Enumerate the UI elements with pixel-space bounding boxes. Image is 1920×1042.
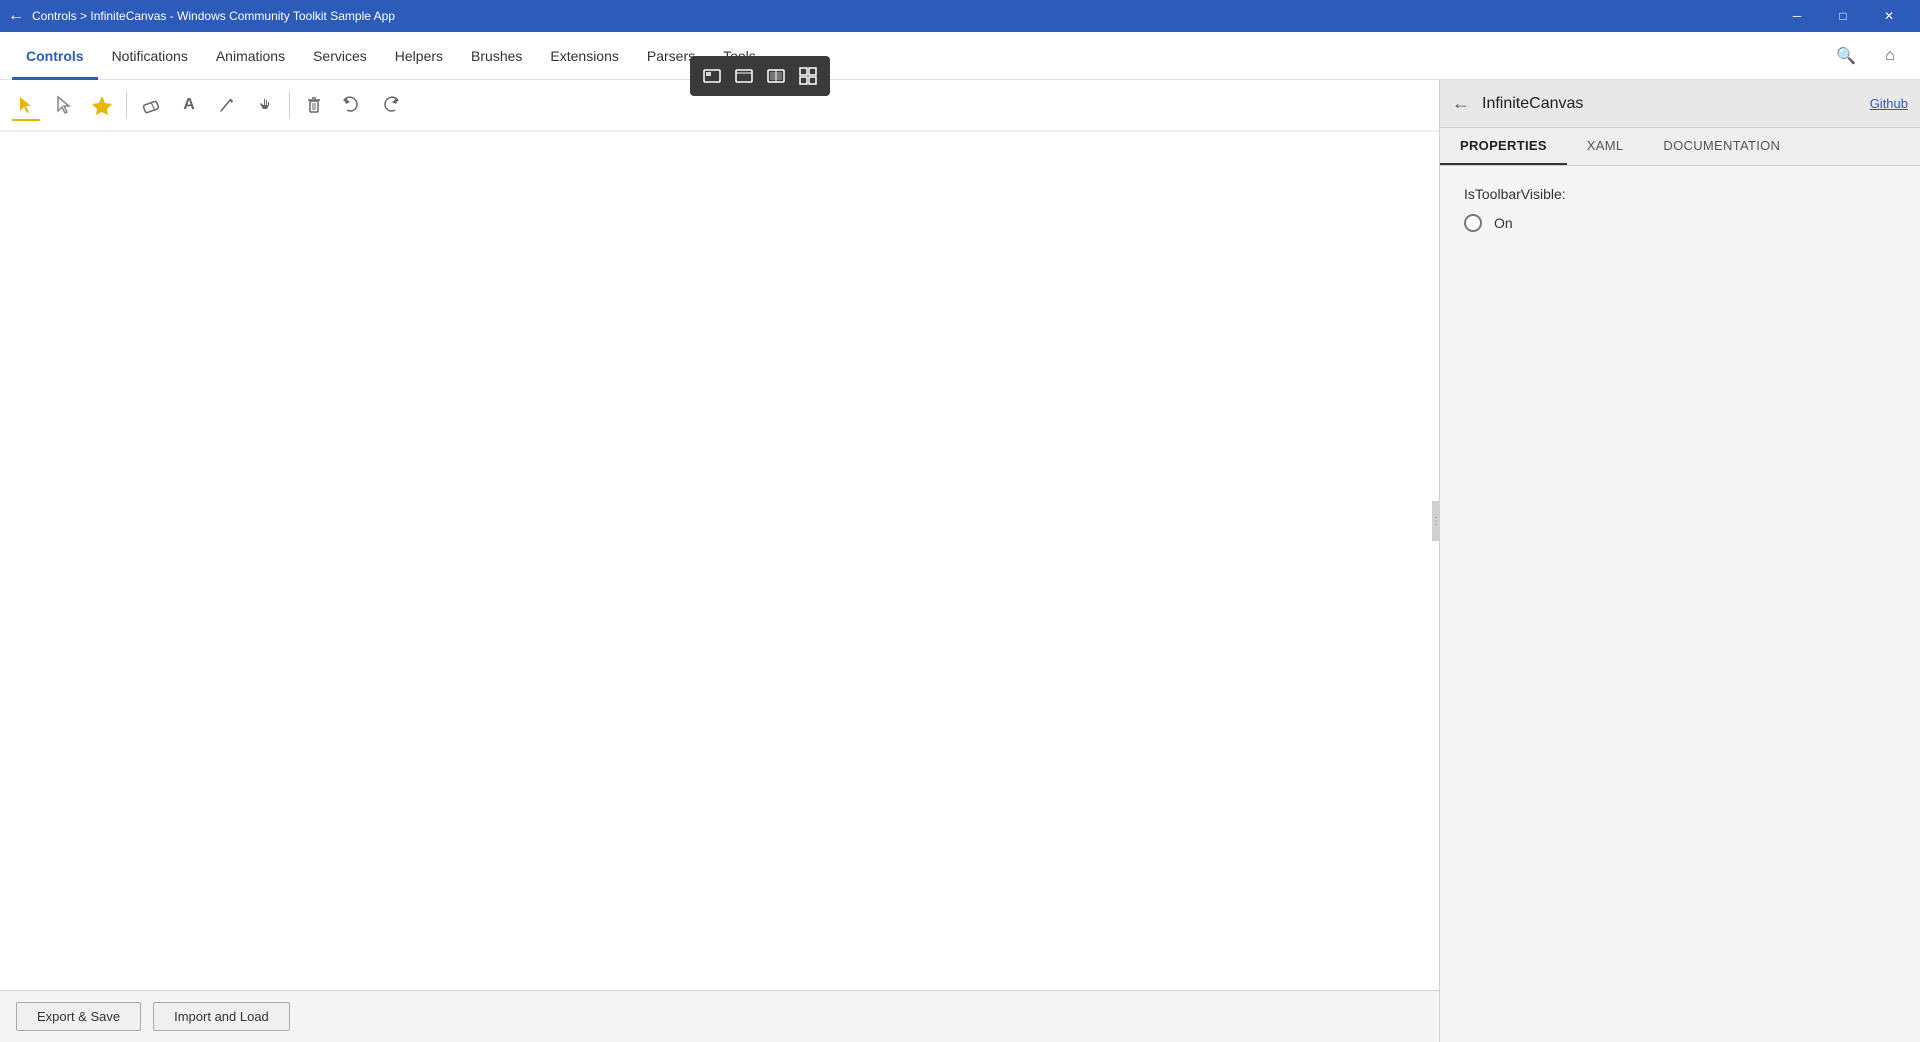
tool-pen-btn[interactable] (209, 87, 245, 123)
tool-touch-btn[interactable] (247, 87, 283, 123)
delete-icon (304, 95, 324, 115)
titlebar: ← Controls > InfiniteCanvas - Windows Co… (0, 0, 1920, 32)
panel-title: InfiniteCanvas (1482, 95, 1870, 113)
tool-highlight-btn[interactable] (84, 87, 120, 123)
import-load-button[interactable]: Import and Load (153, 1002, 290, 1031)
text-tool-label: A (183, 96, 195, 114)
home-btn[interactable]: ⌂ (1872, 38, 1908, 74)
panel-header: ← InfiniteCanvas Github (1440, 80, 1920, 128)
search-icon: 🔍 (1836, 46, 1856, 66)
menu-right-actions: 🔍 ⌂ (1828, 38, 1908, 74)
minimize-btn[interactable]: ─ (1774, 0, 1820, 32)
action-delete-btn[interactable] (296, 87, 332, 123)
titlebar-back-btn[interactable]: ← (8, 7, 24, 25)
menu-item-services[interactable]: Services (299, 32, 381, 80)
ft-display-btn4[interactable] (794, 62, 822, 90)
menu-item-animations[interactable]: Animations (202, 32, 299, 80)
ft-icon2 (735, 67, 753, 85)
toggle-radio-on[interactable] (1464, 214, 1482, 232)
toggle-on-label: On (1494, 215, 1513, 231)
eraser-icon (141, 95, 161, 115)
tool-select-btn[interactable] (8, 87, 44, 123)
canvas-area: A (0, 80, 1440, 1042)
window-controls: ─ □ ✕ (1774, 0, 1912, 32)
action-redo-btn[interactable] (372, 87, 408, 123)
main-layout: A (0, 80, 1920, 1042)
redo-icon (380, 95, 400, 115)
toolbar-sep1 (126, 91, 127, 119)
menu-item-notifications[interactable]: Notifications (98, 32, 202, 80)
floating-toolbar (690, 56, 830, 96)
undo-icon (342, 95, 362, 115)
collapse-icon: ⋮ (1431, 516, 1441, 527)
tool-text-btn[interactable]: A (171, 87, 207, 123)
panel-collapse-handle[interactable]: ⋮ (1432, 501, 1440, 541)
action-undo-btn[interactable] (334, 87, 370, 123)
tab-documentation[interactable]: DOCUMENTATION (1643, 128, 1800, 165)
tab-xaml[interactable]: XAML (1567, 128, 1644, 165)
tool-node-select-btn[interactable] (46, 87, 82, 123)
search-btn[interactable]: 🔍 (1828, 38, 1864, 74)
menu-item-brushes[interactable]: Brushes (457, 32, 536, 80)
highlight-icon (92, 95, 112, 115)
ft-display-btn1[interactable] (698, 62, 726, 90)
toolbar-visible-label: IsToolbarVisible: (1464, 186, 1896, 202)
export-save-button[interactable]: Export & Save (16, 1002, 141, 1031)
right-panel: ← InfiniteCanvas Github PROPERTIES XAML … (1440, 80, 1920, 1042)
menu-item-helpers[interactable]: Helpers (381, 32, 457, 80)
panel-tabs: PROPERTIES XAML DOCUMENTATION (1440, 128, 1920, 166)
touch-icon (255, 95, 275, 115)
panel-back-btn[interactable]: ← (1452, 93, 1470, 114)
ft-icon1 (703, 67, 721, 85)
node-select-icon (54, 95, 74, 115)
pen-icon (217, 95, 237, 115)
canvas-content[interactable] (0, 132, 1439, 990)
github-link[interactable]: Github (1870, 96, 1908, 111)
ft-icon4 (799, 67, 817, 85)
tab-properties[interactable]: PROPERTIES (1440, 128, 1567, 165)
bottom-bar: Export & Save Import and Load (0, 990, 1439, 1042)
ft-display-btn2[interactable] (730, 62, 758, 90)
ft-icon3 (767, 67, 785, 85)
titlebar-title: Controls > InfiniteCanvas - Windows Comm… (32, 9, 1774, 23)
close-btn[interactable]: ✕ (1866, 0, 1912, 32)
tool-eraser-btn[interactable] (133, 87, 169, 123)
menu-item-extensions[interactable]: Extensions (536, 32, 632, 80)
toolbar-sep2 (289, 91, 290, 119)
menu-item-controls[interactable]: Controls (12, 32, 98, 80)
select-icon (16, 95, 36, 115)
ft-display-btn3[interactable] (762, 62, 790, 90)
panel-content: IsToolbarVisible: On (1440, 166, 1920, 1042)
menubar: Controls Notifications Animations Servic… (0, 32, 1920, 80)
home-icon: ⌂ (1885, 47, 1895, 65)
maximize-btn[interactable]: □ (1820, 0, 1866, 32)
toggle-row: On (1464, 214, 1896, 232)
